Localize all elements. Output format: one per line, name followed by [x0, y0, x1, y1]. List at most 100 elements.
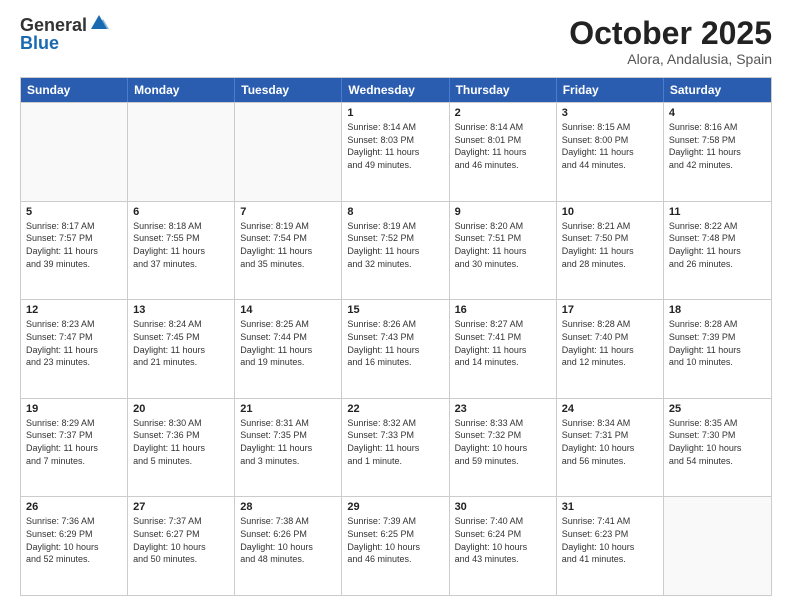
calendar-cell-r2c0: 12 Sunrise: 8:23 AM Sunset: 7:47 PM Dayli…: [21, 300, 128, 398]
day-info: Sunrise: 8:30 AM Sunset: 7:36 PM Dayligh…: [133, 417, 229, 467]
calendar-cell-r1c4: 9 Sunrise: 8:20 AM Sunset: 7:51 PM Daylig…: [450, 202, 557, 300]
day-info: Sunrise: 8:33 AM Sunset: 7:32 PM Dayligh…: [455, 417, 551, 467]
calendar-body: 1 Sunrise: 8:14 AM Sunset: 8:03 PM Daylig…: [21, 102, 771, 595]
calendar-cell-r3c0: 19 Sunrise: 8:29 AM Sunset: 7:37 PM Dayli…: [21, 399, 128, 497]
day-number: 13: [133, 304, 229, 316]
calendar-cell-r0c5: 3 Sunrise: 8:15 AM Sunset: 8:00 PM Daylig…: [557, 103, 664, 201]
day-number: 10: [562, 206, 658, 218]
day-number: 7: [240, 206, 336, 218]
day-info: Sunrise: 8:17 AM Sunset: 7:57 PM Dayligh…: [26, 220, 122, 270]
calendar-row-4: 19 Sunrise: 8:29 AM Sunset: 7:37 PM Dayli…: [21, 398, 771, 497]
calendar-cell-r1c2: 7Sunrise: 8:19 AM Sunset: 7:54 PM Daylig…: [235, 202, 342, 300]
day-info: Sunrise: 8:16 AM Sunset: 7:58 PM Dayligh…: [669, 121, 766, 171]
calendar-cell-r1c0: 5 Sunrise: 8:17 AM Sunset: 7:57 PM Daylig…: [21, 202, 128, 300]
day-info: Sunrise: 8:28 AM Sunset: 7:40 PM Dayligh…: [562, 318, 658, 368]
day-number: 19: [26, 403, 122, 415]
calendar-row-5: 26 Sunrise: 7:36 AM Sunset: 6:29 PM Dayli…: [21, 496, 771, 595]
day-info: Sunrise: 8:24 AM Sunset: 7:45 PM Dayligh…: [133, 318, 229, 368]
day-info: Sunrise: 7:37 AM Sunset: 6:27 PM Dayligh…: [133, 515, 229, 565]
day-info: Sunrise: 8:29 AM Sunset: 7:37 PM Dayligh…: [26, 417, 122, 467]
day-info: Sunrise: 8:19 AM Sunset: 7:52 PM Dayligh…: [347, 220, 443, 270]
day-info: Sunrise: 8:35 AM Sunset: 7:30 PM Dayligh…: [669, 417, 766, 467]
logo-text: General Blue: [20, 16, 109, 52]
calendar-cell-r4c6: [664, 497, 771, 595]
day-info: Sunrise: 8:31 AM Sunset: 7:35 PM Dayligh…: [240, 417, 336, 467]
day-info: Sunrise: 8:25 AM Sunset: 7:44 PM Dayligh…: [240, 318, 336, 368]
calendar-cell-r2c3: 15 Sunrise: 8:26 AM Sunset: 7:43 PM Dayli…: [342, 300, 449, 398]
day-number: 31: [562, 501, 658, 513]
calendar: Sunday Monday Tuesday Wednesday Thursday…: [20, 77, 772, 596]
logo: General Blue: [20, 16, 109, 52]
day-number: 3: [562, 107, 658, 119]
calendar-header: Sunday Monday Tuesday Wednesday Thursday…: [21, 78, 771, 102]
calendar-cell-r4c3: 29Sunrise: 7:39 AM Sunset: 6:25 PM Dayli…: [342, 497, 449, 595]
day-info: Sunrise: 8:14 AM Sunset: 8:03 PM Dayligh…: [347, 121, 443, 171]
day-number: 12: [26, 304, 122, 316]
header-friday: Friday: [557, 78, 664, 102]
day-number: 27: [133, 501, 229, 513]
day-number: 28: [240, 501, 336, 513]
page: General Blue October 2025 Alora, Andalus…: [0, 0, 792, 612]
title-location: Alora, Andalusia, Spain: [569, 51, 772, 67]
calendar-cell-r3c6: 25Sunrise: 8:35 AM Sunset: 7:30 PM Dayli…: [664, 399, 771, 497]
day-info: Sunrise: 7:40 AM Sunset: 6:24 PM Dayligh…: [455, 515, 551, 565]
calendar-cell-r1c6: 11 Sunrise: 8:22 AM Sunset: 7:48 PM Dayli…: [664, 202, 771, 300]
day-info: Sunrise: 8:32 AM Sunset: 7:33 PM Dayligh…: [347, 417, 443, 467]
day-number: 1: [347, 107, 443, 119]
calendar-cell-r4c5: 31Sunrise: 7:41 AM Sunset: 6:23 PM Dayli…: [557, 497, 664, 595]
calendar-cell-r3c3: 22 Sunrise: 8:32 AM Sunset: 7:33 PM Dayli…: [342, 399, 449, 497]
calendar-cell-r0c6: 4 Sunrise: 8:16 AM Sunset: 7:58 PM Daylig…: [664, 103, 771, 201]
calendar-row-1: 1 Sunrise: 8:14 AM Sunset: 8:03 PM Daylig…: [21, 102, 771, 201]
header-saturday: Saturday: [664, 78, 771, 102]
day-number: 26: [26, 501, 122, 513]
day-number: 23: [455, 403, 551, 415]
header-monday: Monday: [128, 78, 235, 102]
logo-icon: [89, 13, 109, 33]
day-number: 20: [133, 403, 229, 415]
day-info: Sunrise: 8:26 AM Sunset: 7:43 PM Dayligh…: [347, 318, 443, 368]
day-number: 17: [562, 304, 658, 316]
calendar-cell-r0c0: [21, 103, 128, 201]
header: General Blue October 2025 Alora, Andalus…: [20, 16, 772, 67]
day-info: Sunrise: 8:22 AM Sunset: 7:48 PM Dayligh…: [669, 220, 766, 270]
day-number: 2: [455, 107, 551, 119]
calendar-cell-r3c1: 20 Sunrise: 8:30 AM Sunset: 7:36 PM Dayli…: [128, 399, 235, 497]
calendar-cell-r2c2: 14 Sunrise: 8:25 AM Sunset: 7:44 PM Dayli…: [235, 300, 342, 398]
calendar-cell-r2c1: 13 Sunrise: 8:24 AM Sunset: 7:45 PM Dayli…: [128, 300, 235, 398]
calendar-row-3: 12 Sunrise: 8:23 AM Sunset: 7:47 PM Dayli…: [21, 299, 771, 398]
day-number: 24: [562, 403, 658, 415]
day-number: 18: [669, 304, 766, 316]
title-block: October 2025 Alora, Andalusia, Spain: [569, 16, 772, 67]
day-number: 6: [133, 206, 229, 218]
day-number: 15: [347, 304, 443, 316]
day-info: Sunrise: 8:34 AM Sunset: 7:31 PM Dayligh…: [562, 417, 658, 467]
calendar-cell-r3c5: 24 Sunrise: 8:34 AM Sunset: 7:31 PM Dayli…: [557, 399, 664, 497]
calendar-row-2: 5 Sunrise: 8:17 AM Sunset: 7:57 PM Daylig…: [21, 201, 771, 300]
calendar-cell-r1c1: 6 Sunrise: 8:18 AM Sunset: 7:55 PM Daylig…: [128, 202, 235, 300]
day-info: Sunrise: 8:18 AM Sunset: 7:55 PM Dayligh…: [133, 220, 229, 270]
logo-general: General: [20, 16, 87, 34]
day-info: Sunrise: 8:23 AM Sunset: 7:47 PM Dayligh…: [26, 318, 122, 368]
calendar-cell-r2c5: 17 Sunrise: 8:28 AM Sunset: 7:40 PM Dayli…: [557, 300, 664, 398]
day-info: Sunrise: 7:39 AM Sunset: 6:25 PM Dayligh…: [347, 515, 443, 565]
calendar-cell-r4c0: 26 Sunrise: 7:36 AM Sunset: 6:29 PM Dayli…: [21, 497, 128, 595]
day-number: 5: [26, 206, 122, 218]
day-info: Sunrise: 7:36 AM Sunset: 6:29 PM Dayligh…: [26, 515, 122, 565]
calendar-cell-r4c2: 28Sunrise: 7:38 AM Sunset: 6:26 PM Dayli…: [235, 497, 342, 595]
day-info: Sunrise: 8:20 AM Sunset: 7:51 PM Dayligh…: [455, 220, 551, 270]
calendar-cell-r3c4: 23 Sunrise: 8:33 AM Sunset: 7:32 PM Dayli…: [450, 399, 557, 497]
day-number: 22: [347, 403, 443, 415]
day-info: Sunrise: 8:15 AM Sunset: 8:00 PM Dayligh…: [562, 121, 658, 171]
calendar-cell-r1c3: 8Sunrise: 8:19 AM Sunset: 7:52 PM Daylig…: [342, 202, 449, 300]
calendar-cell-r0c2: [235, 103, 342, 201]
day-number: 16: [455, 304, 551, 316]
header-sunday: Sunday: [21, 78, 128, 102]
day-number: 14: [240, 304, 336, 316]
day-number: 4: [669, 107, 766, 119]
day-info: Sunrise: 8:27 AM Sunset: 7:41 PM Dayligh…: [455, 318, 551, 368]
header-thursday: Thursday: [450, 78, 557, 102]
title-month: October 2025: [569, 16, 772, 51]
day-number: 9: [455, 206, 551, 218]
calendar-cell-r1c5: 10Sunrise: 8:21 AM Sunset: 7:50 PM Dayli…: [557, 202, 664, 300]
day-number: 11: [669, 206, 766, 218]
